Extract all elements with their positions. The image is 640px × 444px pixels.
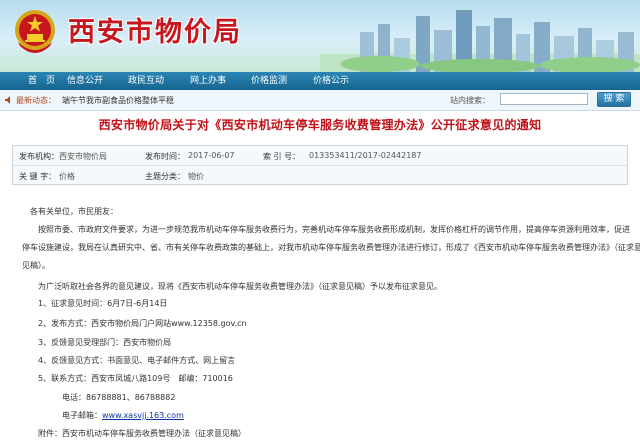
publisher-value: 西安市物价局 — [59, 152, 107, 161]
attachment-link[interactable]: 附件：西安市机动车停车服务收费管理办法（征求意见稿） — [38, 428, 246, 439]
paragraph-line: 按照市委、市政府文件要求，为进一步规范我市机动车停车服务收费行为，完善机动车停车… — [38, 225, 630, 234]
list-item: 4、反馈意见方式：书面意见、电子邮件方式、网上留言 — [38, 356, 236, 365]
nav-item-home[interactable]: 首 页 — [28, 72, 55, 90]
list-item: 1、征求意见时间：6月7日-6月14日 — [38, 299, 168, 308]
date-value: 2017-06-07 — [188, 151, 235, 160]
meta-row: 关 键 字： 价格 主题分类： 物价 — [13, 165, 627, 185]
salutation: 各有关单位，市民朋友： — [30, 207, 118, 216]
publisher-label: 发布机构： — [19, 152, 59, 161]
meta-row: 发布机构： 西安市物价局 发布时间： 2017-06-07 索 引 号： 013… — [13, 146, 627, 165]
list-item: 3、反馈意见受理部门：西安市物价局 — [38, 338, 172, 347]
index-value: 013353411/2017-02442187 — [309, 151, 422, 160]
nav-item-interaction[interactable]: 政民互动 — [128, 72, 164, 90]
news-ticker: 最新动态： 端午节我市副食品价格整体平稳 站内搜索： 搜 索 — [0, 90, 640, 111]
paragraph-line: 为广泛听取社会各界的意见建议，现将《西安市机动车停车服务收费管理办法》（征求意见… — [38, 282, 442, 291]
date-label: 发布时间： — [145, 152, 185, 161]
speaker-icon — [5, 96, 10, 104]
email-link[interactable]: www.xasvjj.163.com — [102, 411, 184, 420]
article-title: 西安市物价局关于对《西安市机动车停车服务收费管理办法》公开征求意见的通知 — [98, 118, 542, 132]
keyword-value: 价格 — [59, 172, 75, 181]
nav-item-online-service[interactable]: 网上办事 — [190, 72, 226, 90]
city-skyline-illustration — [320, 10, 640, 72]
ticker-label: 最新动态： — [16, 96, 56, 105]
list-item: 2、发布方式：西安市物价局门户网站www.12358.gov.cn — [38, 318, 247, 329]
site-url-link[interactable]: www.12358.gov.cn — [171, 319, 247, 328]
main-nav: 首 页 信息公开 政民互动 网上办事 价格监测 价格公示 — [0, 72, 640, 90]
paragraph-line: 停车设施建设，我局在认真研究中、省、市有关停车收费政策的基础上，对我市机动车停车… — [22, 243, 640, 252]
paragraph-line: 见稿）。 — [22, 261, 50, 270]
category-label: 主题分类： — [145, 172, 185, 181]
site-banner: 西安市物价局 — [0, 0, 640, 72]
search-button[interactable]: 搜 索 — [597, 92, 631, 107]
nav-item-price-monitoring[interactable]: 价格监测 — [251, 72, 287, 90]
index-label: 索 引 号： — [263, 152, 301, 161]
national-emblem-icon — [15, 10, 55, 53]
search-input[interactable] — [500, 93, 588, 105]
email-label: 电子邮箱： — [62, 411, 102, 420]
phone-text: 电话：86788881、86788882 — [62, 393, 176, 402]
ticker-headline[interactable]: 端午节我市副食品价格整体平稳 — [62, 95, 174, 106]
article-meta-table: 发布机构： 西安市物价局 发布时间： 2017-06-07 索 引 号： 013… — [12, 145, 628, 185]
list-item-text: 2、发布方式：西安市物价局门户网站 — [38, 319, 172, 328]
list-item: 5、联系方式：西安市凤城八路109号 邮编：710016 — [38, 374, 233, 383]
nav-item-info-disclosure[interactable]: 信息公开 — [67, 72, 103, 90]
nav-item-price-announcement[interactable]: 价格公示 — [313, 72, 349, 90]
email-row: 电子邮箱：www.xasvjj.163.com — [62, 410, 184, 421]
site-title[interactable]: 西安市物价局 — [68, 10, 242, 49]
category-value: 物价 — [188, 172, 204, 181]
search-label: 站内搜索： — [450, 96, 490, 105]
keyword-label: 关 键 字： — [19, 172, 57, 181]
